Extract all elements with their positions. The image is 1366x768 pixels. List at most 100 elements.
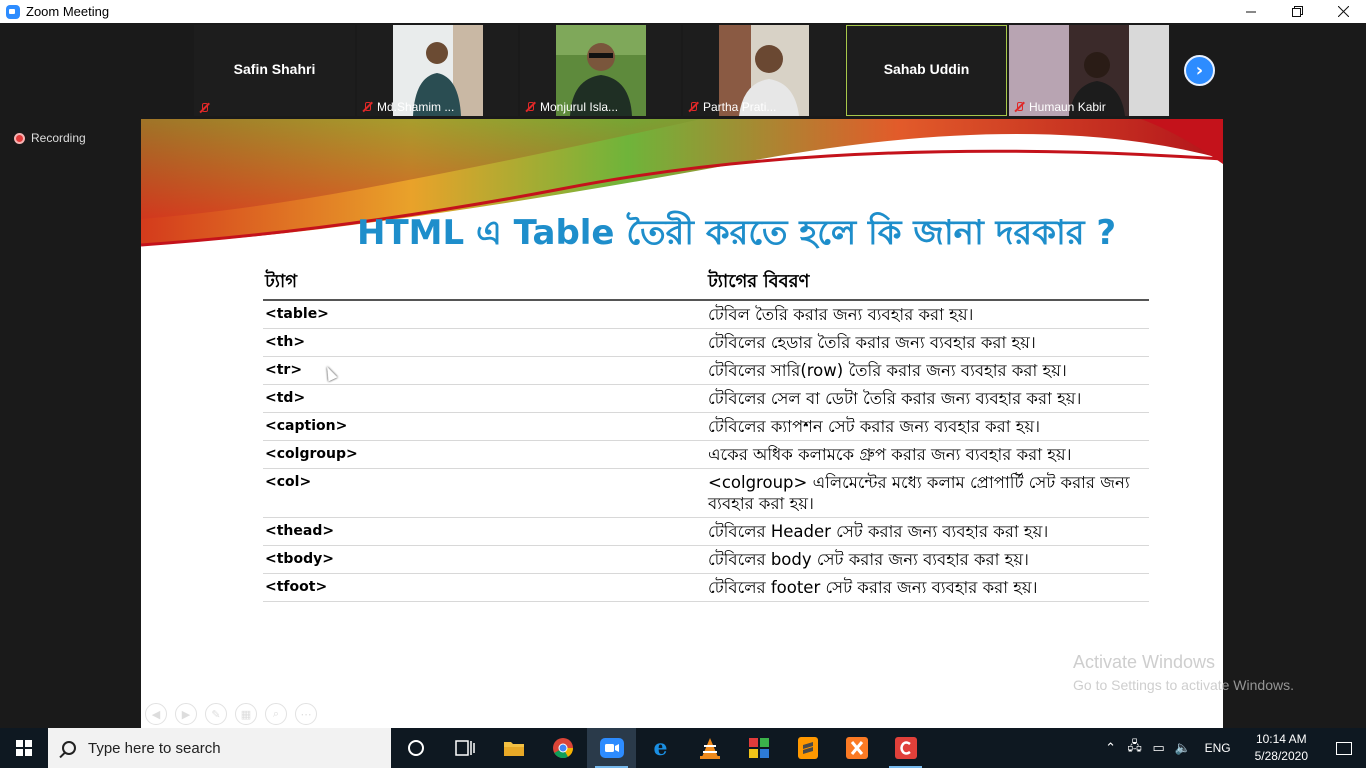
- column-header-description: ট্যাগের বিবরণ: [706, 265, 1149, 301]
- description-cell: টেবিলের সেল বা ডেটা তৈরি করার জন্য ব্যবহ…: [706, 384, 1149, 413]
- start-button[interactable]: [0, 728, 48, 768]
- battery-button[interactable]: ▭: [1147, 728, 1171, 768]
- table-row: <td> টেবিলের সেল বা ডেটা তৈরি করার জন্য ব…: [263, 384, 1149, 413]
- participant-tile[interactable]: Monjurul Isla...: [520, 25, 681, 116]
- tag-cell: <col>: [263, 468, 706, 518]
- input-language-button[interactable]: ENG: [1195, 741, 1241, 755]
- next-slide-button[interactable]: ▶: [175, 703, 197, 725]
- column-header-tag: ট্যাগ: [263, 265, 706, 301]
- close-icon: [1337, 6, 1349, 17]
- xampp-button[interactable]: [832, 728, 881, 768]
- window-controls: [1228, 0, 1366, 23]
- app-grid-button[interactable]: [734, 728, 783, 768]
- restore-button[interactable]: [1274, 0, 1320, 23]
- participant-label: Monjurul Isla...: [524, 100, 677, 114]
- participant-tile[interactable]: Partha Prati...: [683, 25, 844, 116]
- table-row: <caption> টেবিলের ক্যাপশন সেট করার জন্য ব…: [263, 412, 1149, 441]
- recording-indicator[interactable]: Recording: [14, 131, 86, 145]
- xampp-icon: [845, 737, 868, 759]
- zoom-taskbar-button[interactable]: [587, 728, 636, 768]
- vlc-icon: [699, 738, 720, 759]
- sublime-text-icon: [797, 737, 818, 759]
- activation-title: Activate Windows: [1073, 652, 1216, 672]
- close-button[interactable]: [1320, 0, 1366, 23]
- pen-icon: ✎: [211, 707, 221, 721]
- restore-icon: [1291, 6, 1303, 17]
- table-row: <table> টেবিল তৈরি করার জন্য ব্যবহার করা …: [263, 300, 1149, 329]
- participant-label: [198, 102, 351, 114]
- minimize-button[interactable]: [1228, 0, 1274, 23]
- participant-name: Safin Shahri: [233, 61, 316, 77]
- next-participants-button[interactable]: ›: [1184, 55, 1215, 86]
- mic-muted-icon: [524, 101, 536, 113]
- mic-muted-icon: [361, 101, 373, 113]
- more-options-button[interactable]: ⋯: [295, 703, 317, 725]
- activation-subtitle: Go to Settings to activate Windows.: [1073, 677, 1294, 693]
- clock-time: 10:14 AM: [1255, 732, 1307, 746]
- network-icon: 🖧: [1127, 738, 1142, 753]
- arrow-right-icon: ▶: [181, 707, 191, 721]
- task-view-button[interactable]: [440, 728, 489, 768]
- pen-tool-button[interactable]: ✎: [205, 703, 227, 725]
- magnifier-icon: ⌕: [272, 707, 280, 720]
- table-row: <th> টেবিলের হেডার তৈরি করার জন্য ব্যবহার…: [263, 328, 1149, 357]
- tag-cell: <caption>: [263, 412, 706, 441]
- window-title-bar: Zoom Meeting: [0, 0, 1366, 23]
- windows-activation-watermark: Activate Windows Go to Settings to activ…: [1073, 652, 1294, 693]
- network-button[interactable]: 🖧: [1123, 728, 1147, 768]
- table-row: <tfoot> টেবিলের footer সেট করার জন্য ব্যব…: [263, 573, 1149, 602]
- mic-muted-icon: [687, 101, 699, 113]
- tag-cell: <tbody>: [263, 545, 706, 574]
- action-center-button[interactable]: [1322, 728, 1366, 768]
- participant-label: Partha Prati...: [687, 100, 840, 114]
- minimize-icon: [1245, 11, 1256, 13]
- description-cell: টেবিলের সারি(row) তৈরি করার জন্য ব্যবহার…: [706, 356, 1149, 385]
- show-hidden-icons-button[interactable]: ⌃: [1099, 728, 1123, 768]
- ellipsis-icon: ⋯: [300, 707, 312, 721]
- sublime-text-button[interactable]: [783, 728, 832, 768]
- participant-label: Humaun Kabir: [1013, 100, 1166, 114]
- vlc-button[interactable]: [685, 728, 734, 768]
- task-view-icon: [454, 740, 475, 756]
- participant-strip: Safin Shahri Md.Shamim ... Monjurul Isla…: [194, 25, 1170, 116]
- clock-date: 5/28/2020: [1254, 749, 1308, 763]
- tag-cell: <colgroup>: [263, 440, 706, 469]
- file-explorer-button[interactable]: [489, 728, 538, 768]
- previous-slide-button[interactable]: ◀: [145, 703, 167, 725]
- cortana-button[interactable]: [391, 728, 440, 768]
- participant-label-text: Humaun Kabir: [1029, 100, 1106, 114]
- table-row: <tbody> টেবিলের body সেট করার জন্য ব্যবহা…: [263, 545, 1149, 574]
- mic-muted-icon: [198, 102, 210, 114]
- canva-button[interactable]: [881, 728, 930, 768]
- window-title: Zoom Meeting: [26, 4, 110, 19]
- tag-table: ট্যাগ ট্যাগের বিবরণ <table> টেবিল তৈরি কর…: [263, 265, 1149, 602]
- participant-tile[interactable]: Humaun Kabir: [1009, 25, 1170, 116]
- table-row: <colgroup> একের অধিক কলামকে গ্রুপ করার জন…: [263, 440, 1149, 469]
- speaker-icon: 🔈: [1174, 740, 1191, 755]
- shared-slide: HTML এ Table তৈরী করতে হলে কি জানা দরকার…: [141, 119, 1223, 728]
- volume-button[interactable]: 🔈: [1171, 728, 1195, 768]
- participant-name: Sahab Uddin: [883, 61, 970, 77]
- edge-button[interactable]: e: [636, 728, 685, 768]
- windows-logo-icon: [16, 740, 32, 756]
- participant-tile[interactable]: Md.Shamim ...: [357, 25, 518, 116]
- participant-tile-active-speaker[interactable]: Sahab Uddin: [846, 25, 1007, 116]
- see-all-slides-button[interactable]: ▦: [235, 703, 257, 725]
- slide-title: HTML এ Table তৈরী করতে হলে কি জানা দরকার…: [357, 213, 1117, 253]
- participant-label-text: Partha Prati...: [703, 100, 777, 114]
- clock-button[interactable]: 10:14 AM 5/28/2020: [1241, 731, 1322, 765]
- tag-cell: <tfoot>: [263, 573, 706, 602]
- chevron-right-icon: ›: [1195, 60, 1204, 81]
- battery-icon: ▭: [1152, 740, 1165, 755]
- tag-cell: <thead>: [263, 517, 706, 546]
- zoom-icon: [599, 738, 624, 758]
- participant-tile[interactable]: Safin Shahri: [194, 25, 355, 116]
- meeting-area: Safin Shahri Md.Shamim ... Monjurul Isla…: [0, 23, 1366, 728]
- taskbar-search-box[interactable]: Type here to search: [48, 728, 391, 768]
- zoom-slide-button[interactable]: ⌕: [265, 703, 287, 725]
- chrome-button[interactable]: [538, 728, 587, 768]
- description-cell: টেবিলের হেডার তৈরি করার জন্য ব্যবহার করা…: [706, 328, 1149, 357]
- folder-icon: [503, 742, 524, 756]
- slides-grid-icon: ▦: [240, 707, 252, 721]
- search-placeholder: Type here to search: [88, 739, 221, 757]
